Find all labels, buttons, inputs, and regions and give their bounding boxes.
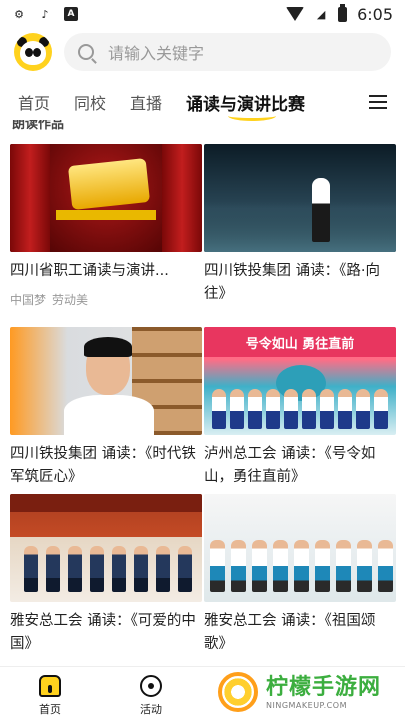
- video-thumbnail[interactable]: 号令如山 勇往直前: [204, 327, 396, 435]
- video-thumbnail[interactable]: [204, 144, 396, 252]
- nav-label: 活动: [140, 703, 162, 716]
- search-placeholder: 请输入关键字: [108, 44, 205, 63]
- video-title[interactable]: 雅安总工会 诵读：《祖国颂歌》: [204, 610, 396, 656]
- nav-label: 首页: [39, 703, 61, 716]
- video-tag: 劳动美: [52, 293, 89, 307]
- top-bar: 请输入关键字: [0, 30, 405, 74]
- video-title[interactable]: 雅安总工会 诵读：《可爱的中国》: [10, 610, 202, 656]
- status-bar: ⚙ ♪ A ◢ 6:05: [0, 0, 405, 28]
- panda-logo[interactable]: [14, 33, 52, 71]
- tab-same-school[interactable]: 同校: [74, 90, 106, 114]
- video-thumbnail[interactable]: [204, 494, 396, 602]
- home-icon: [39, 675, 61, 697]
- video-thumbnail[interactable]: [10, 494, 202, 602]
- nav-item-home[interactable]: 首页: [20, 675, 80, 717]
- gear-icon: ⚙: [14, 7, 24, 21]
- battery-icon: [338, 3, 348, 22]
- video-tag: 中国梦: [10, 293, 47, 307]
- video-card[interactable]: 四川省职工诵读与演讲... 中国梦 劳动美: [10, 144, 202, 308]
- video-title[interactable]: 泸州总工会 诵读：《号令如山，勇往直前》: [204, 443, 396, 489]
- tab-live[interactable]: 直播: [130, 90, 162, 114]
- video-card[interactable]: 四川铁投集团 诵读：《路·向往》: [204, 144, 396, 306]
- activity-icon: [140, 675, 162, 697]
- wifi-icon: [286, 7, 305, 21]
- no-signal-icon: ◢: [316, 7, 326, 21]
- menu-icon[interactable]: [369, 95, 387, 109]
- status-time: 6:05: [357, 4, 393, 24]
- search-icon: [78, 44, 94, 60]
- video-card[interactable]: 雅安总工会 诵读：《可爱的中国》: [10, 494, 202, 656]
- section-title: 朗读作品: [12, 120, 65, 130]
- category-tabs: 首页 同校 直播 诵读与演讲比赛: [0, 82, 405, 122]
- tiktok-icon: ♪: [41, 7, 49, 21]
- watermark: 柠檬手游网 NINGMAKEUP.COM: [218, 672, 381, 712]
- video-title[interactable]: 四川省职工诵读与演讲...: [10, 260, 202, 283]
- video-thumbnail[interactable]: [10, 144, 202, 252]
- video-title[interactable]: 四川铁投集团 诵读：《路·向往》: [204, 260, 396, 306]
- lemon-logo-icon: [218, 672, 258, 712]
- search-input[interactable]: 请输入关键字: [64, 33, 391, 71]
- tab-recitation-contest[interactable]: 诵读与演讲比赛: [186, 90, 305, 121]
- a-icon: A: [64, 7, 78, 21]
- thumbnail-banner: 号令如山 勇往直前: [204, 327, 396, 357]
- tab-home[interactable]: 首页: [18, 90, 50, 114]
- video-title[interactable]: 四川铁投集团 诵读：《时代铁军筑匠心》: [10, 443, 202, 489]
- video-thumbnail[interactable]: [10, 327, 202, 435]
- video-card[interactable]: 四川铁投集团 诵读：《时代铁军筑匠心》: [10, 327, 202, 489]
- watermark-title: 柠檬手游网: [266, 674, 382, 700]
- video-tags: 中国梦 劳动美: [10, 291, 202, 308]
- nav-item-activity[interactable]: 活动: [121, 675, 181, 717]
- watermark-url: NINGMAKEUP.COM: [266, 700, 347, 710]
- video-card[interactable]: 雅安总工会 诵读：《祖国颂歌》: [204, 494, 396, 656]
- video-card[interactable]: 号令如山 勇往直前 泸州总工会 诵读：《号令如山，勇往直前》: [204, 327, 396, 489]
